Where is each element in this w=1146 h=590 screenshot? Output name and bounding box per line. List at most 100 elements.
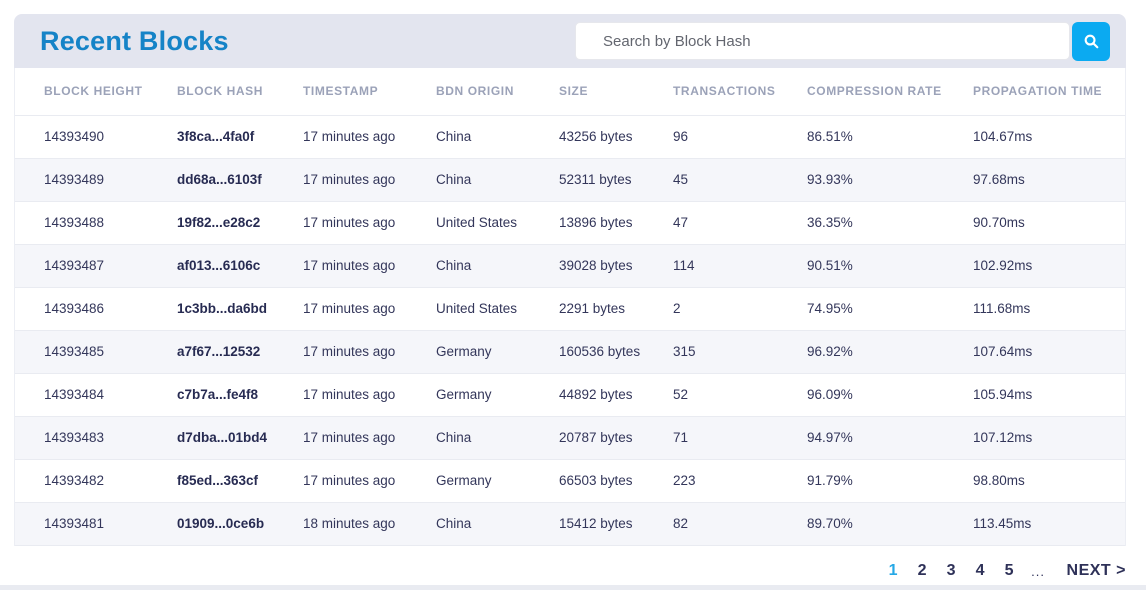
cell-size: 160536 bytes [559,330,673,373]
cell-transactions: 315 [673,330,807,373]
blocks-table-wrap: BLOCK HEIGHT BLOCK HASH TIMESTAMP BDN OR… [14,68,1126,546]
cell-bdn-origin: China [436,244,559,287]
cell-bdn-origin: China [436,502,559,545]
cell-transactions: 52 [673,373,807,416]
cell-block-height: 14393481 [15,502,177,545]
cell-size: 15412 bytes [559,502,673,545]
cell-bdn-origin: Germany [436,330,559,373]
cell-block-height: 14393486 [15,287,177,330]
cell-propagation-time: 104.67ms [973,115,1125,158]
block-hash-link[interactable]: af013...6106c [177,258,260,273]
cell-bdn-origin: United States [436,287,559,330]
table-body: 14393490 3f8ca...4fa0f 17 minutes ago Ch… [15,115,1125,545]
cell-size: 66503 bytes [559,459,673,502]
cell-compression-rate: 91.79% [807,459,973,502]
cell-block-height: 14393487 [15,244,177,287]
pagination-page-3[interactable]: 3 [937,562,966,580]
cell-transactions: 96 [673,115,807,158]
cell-size: 44892 bytes [559,373,673,416]
search-input[interactable] [575,22,1070,60]
block-hash-link[interactable]: 19f82...e28c2 [177,215,260,230]
cell-propagation-time: 105.94ms [973,373,1125,416]
pagination: 12345 ... NEXT > [879,562,1126,580]
cell-propagation-time: 113.45ms [973,502,1125,545]
pagination-page-4[interactable]: 4 [966,562,995,580]
cell-bdn-origin: United States [436,201,559,244]
cell-propagation-time: 111.68ms [973,287,1125,330]
cell-block-height: 14393483 [15,416,177,459]
cell-size: 52311 bytes [559,158,673,201]
table-row: 14393484 c7b7a...fe4f8 17 minutes ago Ge… [15,373,1125,416]
cell-block-hash: af013...6106c [177,244,303,287]
search-icon [1083,33,1100,50]
block-hash-link[interactable]: 01909...0ce6b [177,516,264,531]
cell-block-hash: 19f82...e28c2 [177,201,303,244]
cell-transactions: 2 [673,287,807,330]
col-transactions: TRANSACTIONS [673,68,807,115]
search-box [575,22,1110,61]
cell-transactions: 47 [673,201,807,244]
pagination-ellipsis: ... [1024,564,1053,579]
panel-header: Recent Blocks [14,14,1126,68]
cell-timestamp: 17 minutes ago [303,416,436,459]
cell-block-hash: 01909...0ce6b [177,502,303,545]
cell-block-height: 14393482 [15,459,177,502]
cell-timestamp: 17 minutes ago [303,330,436,373]
block-hash-link[interactable]: f85ed...363cf [177,473,258,488]
cell-timestamp: 17 minutes ago [303,287,436,330]
cell-propagation-time: 102.92ms [973,244,1125,287]
cell-transactions: 223 [673,459,807,502]
col-block-height: BLOCK HEIGHT [15,68,177,115]
col-size: SIZE [559,68,673,115]
table-row: 14393483 d7dba...01bd4 17 minutes ago Ch… [15,416,1125,459]
cell-block-hash: 3f8ca...4fa0f [177,115,303,158]
table-row: 14393490 3f8ca...4fa0f 17 minutes ago Ch… [15,115,1125,158]
cell-block-hash: 1c3bb...da6bd [177,287,303,330]
cell-block-height: 14393489 [15,158,177,201]
block-hash-link[interactable]: a7f67...12532 [177,344,260,359]
cell-bdn-origin: China [436,158,559,201]
block-hash-link[interactable]: dd68a...6103f [177,172,262,187]
search-button[interactable] [1072,22,1110,61]
cell-transactions: 45 [673,158,807,201]
table-row: 14393486 1c3bb...da6bd 17 minutes ago Un… [15,287,1125,330]
cell-block-height: 14393485 [15,330,177,373]
cell-block-height: 14393488 [15,201,177,244]
pagination-pages: 12345 [879,562,1024,580]
pagination-page-5[interactable]: 5 [995,562,1024,580]
table-row: 14393489 dd68a...6103f 17 minutes ago Ch… [15,158,1125,201]
cell-propagation-time: 107.64ms [973,330,1125,373]
cell-timestamp: 17 minutes ago [303,459,436,502]
table-row: 14393485 a7f67...12532 17 minutes ago Ge… [15,330,1125,373]
cell-size: 13896 bytes [559,201,673,244]
table-row: 14393488 19f82...e28c2 17 minutes ago Un… [15,201,1125,244]
block-hash-link[interactable]: 1c3bb...da6bd [177,301,267,316]
cell-block-hash: d7dba...01bd4 [177,416,303,459]
pagination-next-button[interactable]: NEXT > [1067,562,1126,580]
col-propagation-time: PROPAGATION TIME [973,68,1125,115]
cell-bdn-origin: Germany [436,459,559,502]
col-timestamp: TIMESTAMP [303,68,436,115]
blocks-table: BLOCK HEIGHT BLOCK HASH TIMESTAMP BDN OR… [15,68,1125,546]
cell-compression-rate: 74.95% [807,287,973,330]
block-hash-link[interactable]: d7dba...01bd4 [177,430,267,445]
cell-compression-rate: 90.51% [807,244,973,287]
block-hash-link[interactable]: 3f8ca...4fa0f [177,129,254,144]
pagination-page-1[interactable]: 1 [879,562,908,580]
table-header-row: BLOCK HEIGHT BLOCK HASH TIMESTAMP BDN OR… [15,68,1125,115]
table-row: 14393482 f85ed...363cf 17 minutes ago Ge… [15,459,1125,502]
pagination-page-2[interactable]: 2 [908,562,937,580]
cell-size: 43256 bytes [559,115,673,158]
block-hash-link[interactable]: c7b7a...fe4f8 [177,387,258,402]
cell-size: 39028 bytes [559,244,673,287]
cell-block-hash: a7f67...12532 [177,330,303,373]
cell-compression-rate: 96.09% [807,373,973,416]
cell-bdn-origin: China [436,115,559,158]
cell-compression-rate: 89.70% [807,502,973,545]
cell-block-hash: c7b7a...fe4f8 [177,373,303,416]
cell-transactions: 71 [673,416,807,459]
col-compression-rate: COMPRESSION RATE [807,68,973,115]
cell-compression-rate: 94.97% [807,416,973,459]
cell-propagation-time: 107.12ms [973,416,1125,459]
cell-size: 2291 bytes [559,287,673,330]
